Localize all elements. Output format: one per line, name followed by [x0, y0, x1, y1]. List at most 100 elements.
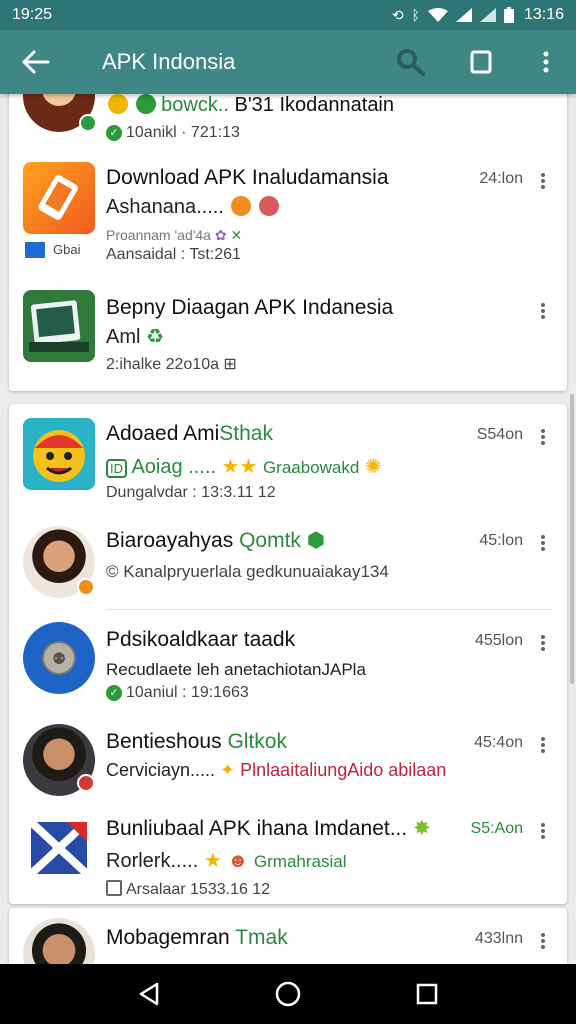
star-icon: ★: [203, 850, 222, 872]
flower-icon: ✿: [214, 227, 227, 243]
emoji-icon: [135, 94, 156, 114]
scrollbar[interactable]: [570, 394, 574, 684]
bluetooth-icon: ᛒ: [411, 7, 420, 23]
status-time-left: 19:25: [12, 6, 53, 23]
list-item[interactable]: Bepny Diaagan APK Indanesia Aml ♻ 2:ihal…: [9, 284, 567, 384]
list-item[interactable]: Gbai Download APK Inaludamansia Ashanana…: [9, 154, 567, 264]
item-title: Download APK Inaludamansia: [106, 166, 389, 189]
item-time: 24:lon: [479, 170, 523, 187]
window-button[interactable]: [446, 30, 516, 94]
item-subtitle: Rorlerk..... ★ ☻ Grmahrasial: [106, 850, 347, 872]
verified-badge: [79, 114, 97, 132]
status-bar: 19:25 ⟲ ᛒ 13:16: [0, 0, 576, 30]
item-subtitle: © Kanalpryuerlala gedkunuaiakay134: [106, 562, 389, 581]
item-more-button[interactable]: [537, 930, 549, 952]
item-subtitle: Aml ♻: [106, 326, 164, 348]
svg-text:⚉: ⚉: [52, 649, 66, 668]
badge-icon: ⬢: [306, 529, 326, 552]
search-button[interactable]: [376, 30, 446, 94]
item-more-button[interactable]: [537, 170, 549, 192]
item-title: Adoaed AmiSthak: [106, 422, 273, 445]
app-thumbnail: [23, 812, 95, 884]
back-button[interactable]: [0, 30, 72, 94]
app-thumbnail: [23, 290, 95, 362]
nav-back-button[interactable]: [119, 964, 179, 1024]
item-meta: Proannam ʹadʹ4a ✿ ✕: [106, 227, 243, 243]
app-list[interactable]: bowck.. Bʹ31 Ikodannatain ✓ 10anikl · 721…: [0, 94, 576, 964]
check-icon: ✓: [106, 125, 122, 141]
item-time: S54on: [476, 426, 523, 443]
overflow-menu-button[interactable]: [516, 30, 576, 94]
wifi-icon: [427, 8, 448, 22]
list-item[interactable]: ⚉ Pdsikoaldkaar taadk Recudlaete leh ane…: [9, 614, 567, 714]
id-icon: ID: [106, 459, 127, 478]
back-arrow-icon: [22, 50, 50, 74]
item-meta: 2:ihalke 22o10a ⊞: [106, 356, 237, 373]
calendar-icon: [106, 880, 122, 896]
item-meta: Dungalvdar : 13:3.11 12: [106, 484, 276, 501]
avatar: [23, 918, 95, 964]
item-title: Bentieshous Gltkok: [106, 730, 287, 753]
app-bar: APK Indonsia: [0, 30, 576, 94]
signal-icon: [455, 8, 472, 22]
nav-home-icon: [275, 981, 301, 1007]
nav-recents-button[interactable]: [397, 964, 457, 1024]
cross-icon: ✕: [230, 227, 243, 243]
list-item[interactable]: Adoaed AmiSthak ID Aoiag ..... ★★ Graabo…: [9, 404, 567, 504]
list-item[interactable]: Bentieshous Gltkok Cerviciayn..... ✦ Pln…: [9, 718, 567, 798]
sparkle-icon: ✦: [220, 760, 236, 780]
item-meta: ✓ 10aniul : 19:1663: [106, 684, 249, 702]
more-vert-icon: [543, 51, 549, 73]
item-subtitle: Cerviciayn..... ✦ PlnlaaitaliungAido abi…: [106, 760, 447, 780]
download-app-icon: [38, 175, 78, 220]
app-card: Adoaed AmiSthak ID Aoiag ..... ★★ Graabo…: [9, 404, 567, 904]
emoji-icon: [231, 196, 252, 216]
list-item[interactable]: Bunliubaal APK ihana Imdanet... ✸ Rorler…: [9, 802, 567, 902]
star-icon: ★★: [221, 456, 258, 478]
item-subtitle: Recudlaete leh anetachiotanJAPla: [106, 660, 366, 679]
item-subtitle: ID Aoiag ..... ★★ Graabowakd ✺: [106, 454, 382, 479]
status-badge: [77, 578, 95, 596]
item-meta: Aansaidal : Tst:261: [106, 246, 241, 263]
item-time: S5:Aon: [470, 820, 523, 837]
copyright-icon: ©: [106, 562, 119, 581]
nav-recents-icon: [416, 983, 437, 1005]
nav-home-button[interactable]: [258, 964, 318, 1024]
app-thumbnail: ⚉: [23, 622, 95, 694]
system-nav-bar: [0, 964, 576, 1024]
item-title: Biaroayahyas Qomtk ⬢: [106, 529, 326, 552]
item-time: 45:4on: [474, 734, 523, 751]
item-more-button[interactable]: [537, 426, 549, 448]
app-thumbnail: [23, 162, 95, 234]
item-more-button[interactable]: [537, 820, 549, 842]
status-icons: ⟲ ᛒ: [392, 7, 514, 24]
item-title: bowck.. Bʹ31 Ikodannatain: [106, 94, 394, 117]
battery-icon: [503, 7, 514, 23]
app-thumbnail: [23, 418, 95, 490]
item-meta: Arsalaar 1533.16 12: [106, 880, 270, 899]
list-item[interactable]: Mobagemran Tmak 433lnn: [9, 908, 567, 964]
list-item[interactable]: bowck.. Bʹ31 Ikodannatain ✓ 10anikl · 721…: [9, 94, 567, 144]
item-more-button[interactable]: [537, 632, 549, 654]
sync-icon: ⟲: [391, 6, 404, 23]
signal-icon-2: [479, 8, 496, 22]
window-icon: [470, 50, 492, 74]
item-title: Mobagemran Tmak: [106, 926, 288, 949]
status-time-right: 13:16: [523, 6, 564, 23]
item-more-button[interactable]: [537, 300, 549, 322]
item-title: Pdsikoaldkaar taadk: [106, 628, 296, 651]
item-title: Bepny Diaagan APK Indanesia: [106, 296, 394, 319]
cartoon-face-icon: [33, 430, 85, 482]
status-badge: [77, 774, 95, 792]
item-time: 455lon: [474, 632, 523, 649]
badge-icon: ✸: [413, 817, 431, 840]
badge-label: Gbai: [53, 242, 81, 257]
item-more-button[interactable]: [537, 532, 549, 554]
list-item[interactable]: Biaroayahyas Qomtk ⬢ © Kanalpryuerlala g…: [9, 516, 567, 606]
flag-app-icon: [28, 819, 90, 877]
nav-back-icon: [140, 982, 159, 1006]
app-card: bowck.. Bʹ31 Ikodannatain ✓ 10anikl · 721…: [9, 94, 567, 391]
divider: [106, 609, 553, 610]
item-more-button[interactable]: [537, 734, 549, 756]
emoji-icon: ☻: [227, 850, 249, 872]
